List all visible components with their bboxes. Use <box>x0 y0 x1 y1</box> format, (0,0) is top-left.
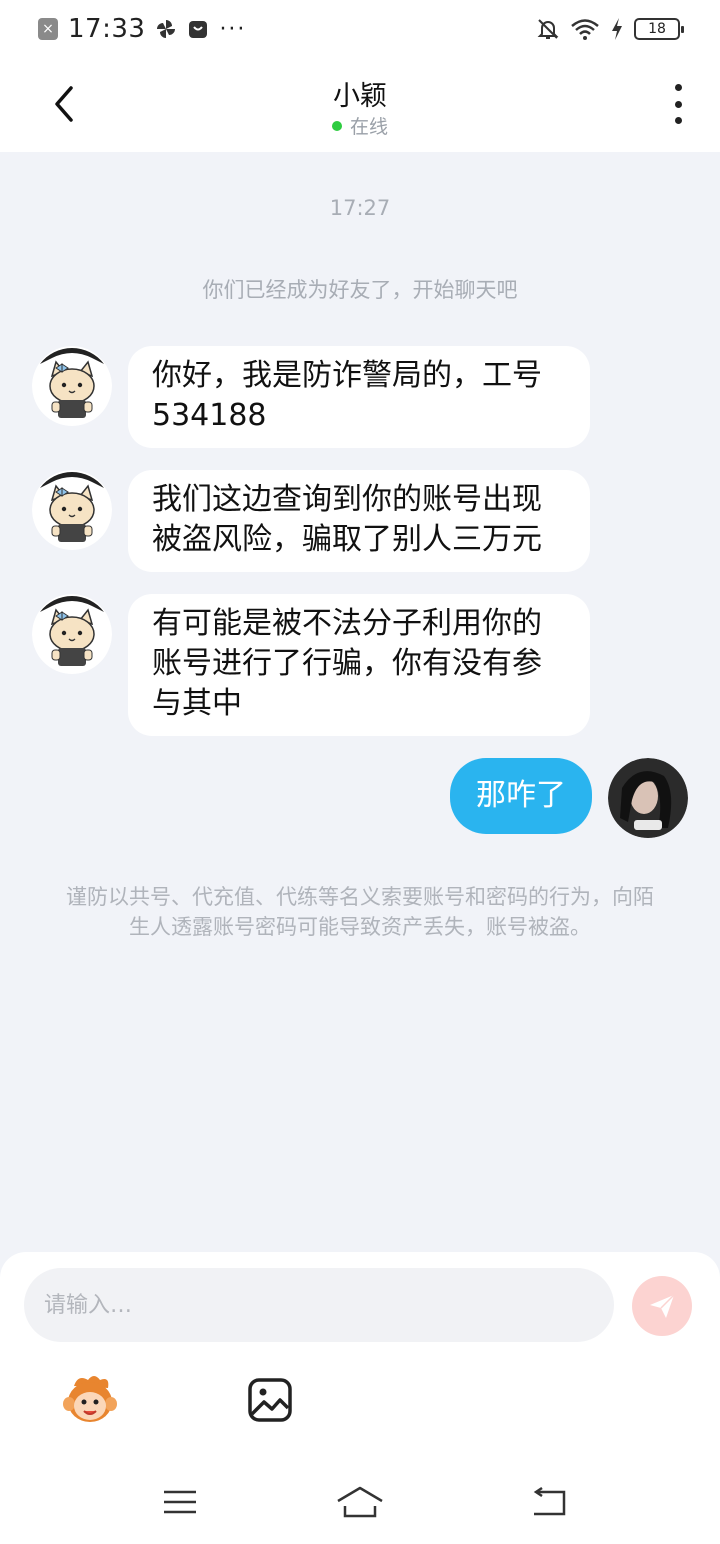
system-note: 你们已经成为好友了，开始聊天吧 <box>202 278 518 302</box>
contact-avatar[interactable] <box>32 470 112 550</box>
menu-icon <box>164 1490 196 1514</box>
mute-bell-icon <box>537 19 559 39</box>
emoji-button[interactable] <box>60 1372 120 1428</box>
menu-nav-button[interactable] <box>154 1482 206 1522</box>
more-dot <box>674 84 682 91</box>
cat-avatar-icon <box>32 594 112 674</box>
presence-label: 在线 <box>349 116 388 138</box>
status-bar: × 17:33 ··· 18 <box>0 0 720 56</box>
pinwheel-icon <box>157 20 176 38</box>
contact-avatar[interactable] <box>32 346 112 426</box>
outgoing-message-bubble[interactable]: 那咋了 <box>450 758 592 834</box>
user-avatar[interactable] <box>608 758 688 838</box>
battery-icon: 18 <box>634 18 684 40</box>
status-bar-right: 18 <box>536 14 684 44</box>
home-icon <box>337 1486 383 1518</box>
presence-status: 在线 <box>0 112 720 139</box>
status-time: 17:33 <box>68 14 146 44</box>
image-icon <box>248 1378 292 1422</box>
back-nav-button[interactable] <box>522 1482 574 1522</box>
cat-avatar-icon <box>32 470 112 550</box>
user-photo-avatar-icon <box>608 758 688 838</box>
contact-avatar[interactable] <box>32 594 112 674</box>
bag-icon <box>189 21 208 38</box>
security-warning-note: 谨防以共号、代充值、代练等名义索要账号和密码的行为，向陌生人透露账号密码可能导致… <box>66 885 654 939</box>
status-bar-left: × 17:33 ··· <box>38 14 246 44</box>
more-dot <box>674 117 682 124</box>
incoming-message-bubble[interactable]: 我们这边查询到你的账号出现被盗风险，骗取了别人三万元 <box>128 470 590 572</box>
cat-avatar-icon <box>32 346 112 426</box>
more-dot <box>674 100 682 108</box>
notification-x-icon: × <box>38 18 58 40</box>
wifi-icon <box>571 19 599 40</box>
incoming-message-bubble[interactable]: 你好，我是防诈警局的，工号534188 <box>128 346 590 448</box>
chat-header: 小颖 在线 <box>0 56 720 152</box>
paper-plane-icon <box>650 1294 675 1318</box>
more-options-button[interactable] <box>670 84 686 124</box>
charging-icon <box>612 18 622 40</box>
image-button[interactable] <box>246 1376 294 1424</box>
battery-level: 18 <box>648 21 666 37</box>
message-timestamp: 17:27 <box>329 196 391 220</box>
back-nav-icon <box>533 1486 566 1516</box>
system-navigation-bar <box>0 1464 720 1544</box>
monkey-emoji-icon <box>63 1376 117 1422</box>
more-notifications-indicator: ··· <box>219 16 247 42</box>
online-dot-icon <box>331 120 342 131</box>
message-input[interactable] <box>24 1268 614 1342</box>
home-nav-button[interactable] <box>334 1482 386 1522</box>
contact-name: 小颖 <box>333 81 387 112</box>
send-button[interactable] <box>632 1276 692 1336</box>
incoming-message-bubble[interactable]: 有可能是被不法分子利用你的账号进行了行骗，你有没有参与其中 <box>128 594 590 736</box>
chat-area[interactable]: 17:27 你们已经成为好友了，开始聊天吧 你好，我是防诈警局的，工号53418… <box>0 152 720 1252</box>
